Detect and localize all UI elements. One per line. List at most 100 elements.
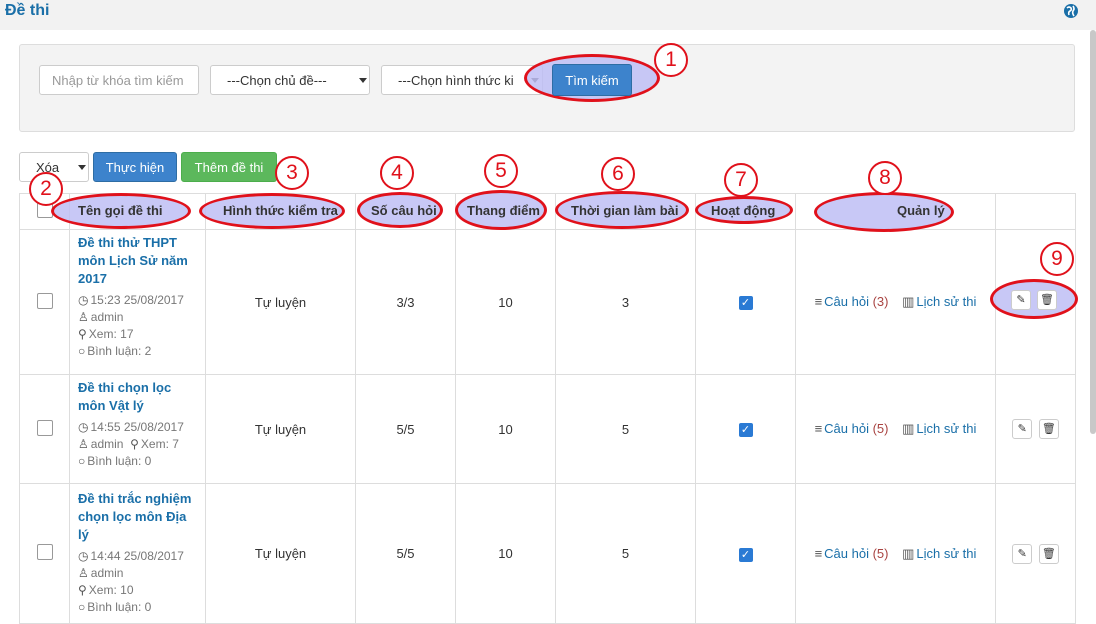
table-row: Đề thi trắc nghiệm chọn lọc môn Địa lý ◷… [19, 483, 1076, 624]
topic-select-label: ---Chọn chủ đề--- [227, 73, 327, 88]
history-link[interactable]: ▥ Lịch sử thi [902, 546, 976, 561]
exam-scale: 10 [455, 229, 556, 375]
user-icon: ♙ [78, 437, 89, 451]
comment-icon: ○ [78, 344, 86, 358]
exam-author: admin [90, 566, 124, 580]
comment-icon: ○ [78, 600, 86, 614]
keyword-placeholder: Nhập từ khóa tìm kiếm [52, 73, 184, 88]
exam-type: Tự luyện [205, 483, 356, 624]
row-select-cell[interactable] [19, 483, 70, 624]
exam-duration: 5 [555, 483, 696, 624]
list-icon: ≡ [814, 294, 823, 309]
exam-duration: 3 [555, 229, 696, 375]
keyword-search-input[interactable]: Nhập từ khóa tìm kiếm [39, 65, 199, 95]
exam-comments: Bình luận: 2 [87, 344, 152, 358]
exam-scale: 10 [455, 483, 556, 624]
exam-views: Xem: 7 [140, 437, 179, 451]
list-icon: ≡ [814, 545, 823, 561]
bar-chart-icon: ▥ [902, 545, 915, 561]
topic-select[interactable]: ---Chọn chủ đề--- [210, 65, 370, 95]
clock-icon: ◷ [78, 420, 89, 434]
scrollbar[interactable] [1090, 30, 1096, 434]
type-select-label: ---Chọn hình thức ki [398, 73, 514, 88]
exam-title-link[interactable]: Đề thi chọn lọc môn Vật lý [78, 379, 197, 415]
page-title: Đề thi [5, 2, 50, 19]
annotation-ellipse-2 [51, 193, 191, 229]
exam-author: admin [90, 310, 124, 324]
top-bar: Đề thi [0, 0, 1096, 30]
chevron-down-icon [359, 78, 367, 83]
user-icon: ♙ [78, 566, 89, 580]
exam-author: admin [90, 437, 124, 451]
active-checkbox[interactable]: ✓ [738, 423, 753, 437]
exam-time: 15:23 25/08/2017 [90, 293, 184, 307]
table-row: Đề thi chọn lọc môn Vật lý ◷ 14:55 25/08/… [19, 374, 1076, 484]
actions-cell: ✎ 🗑 [995, 374, 1076, 484]
edit-icon[interactable]: ✎ [1011, 290, 1031, 310]
annotation-number-6: 6 [601, 157, 635, 191]
table-row: Đề thi thử THPT môn Lịch Sử năm 2017 ◷ 15… [19, 229, 1076, 375]
trash-icon[interactable]: 🗑 [1038, 419, 1059, 439]
type-select[interactable]: ---Chọn hình thức ki [381, 65, 543, 95]
questions-link[interactable]: ≡ Câu hỏi (5) [815, 546, 889, 561]
exam-info-cell: Đề thi trắc nghiệm chọn lọc môn Địa lý ◷… [69, 483, 206, 624]
exam-title-link[interactable]: Đề thi thử THPT môn Lịch Sử năm 2017 [78, 234, 197, 288]
add-exam-button[interactable]: Thêm đề thi [181, 152, 277, 182]
history-link[interactable]: ▥ Lịch sử thi [902, 421, 976, 436]
edit-icon[interactable]: ✎ [1012, 543, 1033, 564]
annotation-ellipse-8 [814, 192, 954, 232]
chevron-down-icon [78, 165, 86, 170]
annotation-ellipse-4 [357, 192, 443, 228]
search-icon: ⚲ [130, 437, 139, 451]
active-cell: ✓ [695, 229, 796, 375]
questions-link[interactable]: ≡ Câu hỏi (5) [815, 421, 889, 436]
active-checkbox[interactable]: ✓ [738, 547, 753, 562]
actions-cell: ✎ 🗑 [995, 483, 1076, 624]
annotation-number-9: 9 [1040, 242, 1074, 276]
row-checkbox[interactable] [36, 292, 53, 309]
active-checkbox[interactable]: ✓ [738, 296, 753, 310]
active-cell: ✓ [695, 374, 796, 484]
questions-link[interactable]: ≡ Câu hỏi (3) [815, 294, 889, 309]
globe-icon[interactable] [1063, 3, 1079, 19]
row-select-cell[interactable] [19, 374, 70, 484]
exam-type: Tự luyện [205, 374, 356, 484]
exam-questions: 5/5 [355, 483, 456, 624]
search-icon: ⚲ [78, 583, 87, 597]
exam-info-cell: Đề thi chọn lọc môn Vật lý ◷ 14:55 25/08/… [69, 374, 206, 484]
exam-scale: 10 [455, 374, 556, 484]
annotation-number-2: 2 [29, 172, 63, 206]
search-button[interactable]: Tìm kiếm [552, 64, 632, 96]
row-checkbox[interactable] [36, 419, 53, 436]
annotation-ellipse-5 [455, 190, 547, 230]
exam-type: Tự luyện [205, 229, 356, 375]
edit-icon[interactable]: ✎ [1012, 419, 1033, 439]
manage-cell: ≡ Câu hỏi (3) ▥ Lịch sử thi [795, 229, 996, 375]
trash-icon[interactable]: 🗑 [1038, 543, 1059, 564]
exam-views: Xem: 10 [88, 583, 134, 597]
exam-questions: 5/5 [355, 374, 456, 484]
col-actions [995, 193, 1076, 230]
annotation-number-4: 4 [380, 156, 414, 190]
trash-icon[interactable]: 🗑 [1037, 290, 1057, 310]
exam-views: Xem: 17 [88, 327, 134, 341]
active-cell: ✓ [695, 483, 796, 624]
annotation-number-7: 7 [724, 163, 758, 197]
row-select-cell[interactable] [19, 229, 70, 375]
manage-cell: ≡ Câu hỏi (5) ▥ Lịch sử thi [795, 483, 996, 624]
comment-icon: ○ [78, 454, 86, 468]
exam-title-link[interactable]: Đề thi trắc nghiệm chọn lọc môn Địa lý [78, 490, 197, 544]
bar-chart-icon: ▥ [902, 294, 915, 309]
exam-info-cell: Đề thi thử THPT môn Lịch Sử năm 2017 ◷ 15… [69, 229, 206, 375]
row-checkbox[interactable] [36, 544, 53, 560]
annotation-ellipse-9 [990, 279, 1078, 319]
exam-time: 14:44 25/08/2017 [90, 549, 184, 563]
exam-time: 14:55 25/08/2017 [90, 420, 184, 434]
annotation-ellipse-7 [695, 196, 793, 224]
history-link[interactable]: ▥ Lịch sử thi [902, 294, 976, 309]
execute-button[interactable]: Thực hiện [93, 152, 177, 182]
exam-questions: 3/3 [355, 229, 456, 375]
user-icon: ♙ [78, 310, 89, 324]
exam-comments: Bình luận: 0 [87, 600, 152, 614]
clock-icon: ◷ [78, 549, 89, 563]
